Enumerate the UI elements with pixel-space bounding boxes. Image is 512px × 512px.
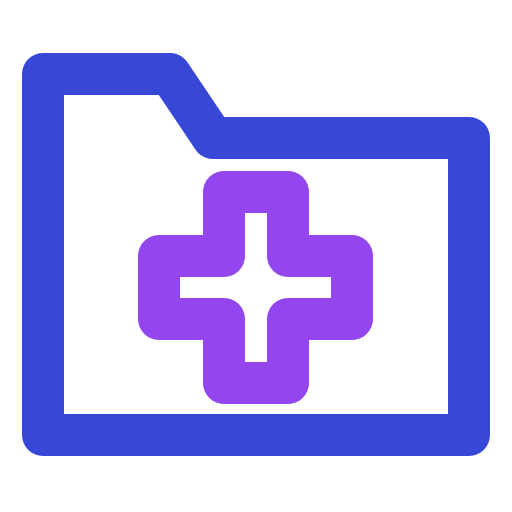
- medical-cross-icon: [138, 171, 373, 404]
- medical-folder-svg: [22, 53, 490, 456]
- medical-folder-icon: [0, 0, 512, 512]
